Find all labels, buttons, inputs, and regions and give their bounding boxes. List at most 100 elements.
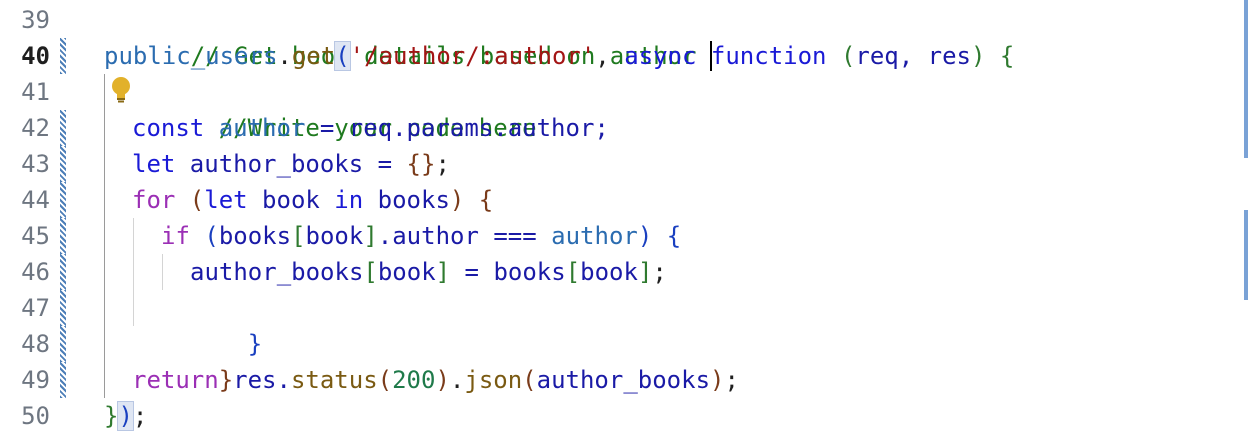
bracket: ) [449, 186, 465, 214]
modified-line-marker[interactable] [60, 38, 66, 74]
number-literal: 200 [392, 366, 436, 394]
identifier: author [551, 222, 638, 250]
bracket: [ [565, 258, 581, 286]
bracket: ( [377, 366, 393, 394]
line-number: 45 [21, 222, 50, 250]
bracket: [ [291, 222, 306, 250]
code-line-43[interactable]: let author_books = {}; [132, 146, 450, 182]
identifier: public_users [104, 42, 278, 70]
line-number-gutter: 39 40 41 42 43 44 45 46 47 48 49 50 [0, 0, 96, 436]
line-number: 46 [21, 258, 50, 286]
bracket: ] [435, 258, 451, 286]
modified-line-marker[interactable] [60, 254, 66, 290]
scrollbar-marker[interactable] [1244, 0, 1248, 158]
modified-line-marker[interactable] [60, 146, 66, 182]
punctuation: . [449, 366, 465, 394]
parameters: req, res [855, 42, 971, 70]
identifier: book [305, 222, 364, 250]
code-editor[interactable]: 39 40 41 42 43 44 45 46 47 48 49 50 // G… [0, 0, 1248, 436]
identifier: books [377, 186, 450, 214]
identifier: book [580, 258, 638, 286]
code-line-44[interactable]: for (let book in books) { [132, 182, 493, 218]
brace: { [652, 222, 682, 250]
line-number: 43 [21, 150, 50, 178]
identifier: author_books [536, 366, 711, 394]
punctuation: ; [724, 366, 739, 394]
method-name: status [290, 366, 378, 394]
code-line-49[interactable]: return res.status(200).json(author_books… [132, 362, 739, 398]
keyword: for [132, 186, 190, 214]
punctuation: ; [652, 258, 667, 286]
identifier: books [218, 222, 292, 250]
expression: = req.params.author; [305, 114, 609, 142]
code-line-47[interactable]: } [161, 290, 262, 358]
line-number: 47 [21, 294, 50, 322]
line-number: 48 [21, 330, 50, 358]
bracket: ( [522, 366, 537, 394]
keyword: return [132, 366, 234, 394]
scrollbar-marker[interactable] [1244, 210, 1248, 300]
modified-line-marker[interactable] [60, 326, 66, 362]
bracket: ( [189, 186, 205, 214]
bracket: ] [637, 258, 653, 286]
bracket: ) [971, 42, 986, 70]
line-number-active: 40 [21, 42, 50, 70]
bracket-highlight: ) [117, 401, 134, 431]
code-line-42[interactable]: const author = req.params.author; [132, 110, 609, 146]
method-name: get [291, 42, 336, 70]
bracket: ( [204, 222, 219, 250]
code-area[interactable]: // Get book details based on author publ… [104, 0, 1248, 436]
code-line-41[interactable]: //Write your code here [132, 74, 537, 142]
keyword: in [334, 186, 378, 214]
expression: .author === [377, 222, 552, 250]
brace: } [247, 330, 263, 358]
keyword: async [624, 42, 711, 70]
brace: { [985, 42, 1015, 70]
bracket: ) [435, 366, 450, 394]
bracket: ) [637, 222, 653, 250]
brace: { [464, 186, 494, 214]
punctuation: . [277, 42, 292, 70]
code-line-40[interactable]: public_users.get('/author/:author', asyn… [104, 38, 1014, 74]
line-number: 42 [21, 114, 50, 142]
keyword: const [132, 114, 219, 142]
punctuation: ; [132, 402, 148, 430]
keyword: let [132, 150, 190, 178]
code-line-50[interactable]: }); [104, 398, 147, 434]
identifier: book [262, 186, 335, 214]
code-line-46[interactable]: author_books[book] = books[book]; [190, 254, 667, 290]
brace: {} [406, 150, 436, 178]
bracket: ( [840, 42, 856, 70]
bracket: ) [710, 366, 725, 394]
modified-line-marker[interactable] [60, 182, 66, 218]
text-cursor [710, 41, 712, 71]
keyword: let [204, 186, 263, 214]
bracket: ] [363, 222, 378, 250]
modified-line-marker[interactable] [60, 218, 66, 254]
string-literal: '/author/:author' [349, 42, 596, 70]
line-number: 44 [21, 186, 50, 214]
line-number: 39 [21, 6, 50, 34]
code-line-45[interactable]: if (books[book].author === author) { [161, 218, 681, 254]
modified-line-marker[interactable] [60, 290, 66, 326]
keyword: function [710, 42, 827, 70]
modified-line-marker[interactable] [60, 362, 66, 398]
code-line-39[interactable]: // Get book details based on author [104, 2, 697, 70]
identifier: author [218, 114, 306, 142]
line-number: 50 [21, 402, 50, 430]
identifier: book [377, 258, 436, 286]
line-number: 41 [21, 78, 50, 106]
bracket-highlight: ( [334, 41, 351, 71]
code-line-48[interactable]: } [132, 326, 233, 394]
punctuation: , [595, 42, 625, 70]
keyword: if [161, 222, 205, 250]
identifier: res. [233, 366, 291, 394]
identifier: author_books [190, 258, 364, 286]
bracket: [ [363, 258, 378, 286]
punctuation: ; [435, 150, 450, 178]
modified-line-marker[interactable] [60, 110, 66, 146]
line-number: 49 [21, 366, 50, 394]
method-name: json [464, 366, 523, 394]
brace: } [104, 402, 119, 430]
